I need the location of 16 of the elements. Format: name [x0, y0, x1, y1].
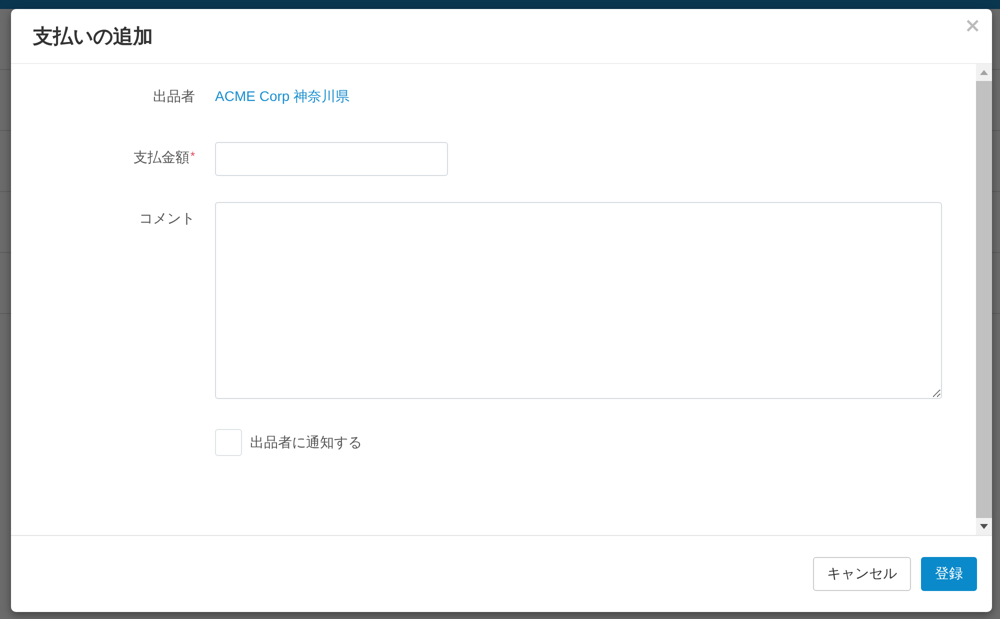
close-button[interactable]: × — [964, 15, 981, 35]
scroll-up-icon[interactable] — [980, 70, 988, 75]
required-mark: * — [190, 149, 195, 163]
scroll-down-icon[interactable] — [980, 524, 988, 529]
scrollbar[interactable] — [976, 64, 992, 535]
field-label: コメント — [139, 210, 195, 226]
comment-field[interactable] — [215, 202, 942, 399]
seller-link[interactable]: ACME Corp 神奈川県 — [215, 88, 350, 104]
amount-field[interactable] — [215, 142, 448, 176]
cancel-button[interactable]: キャンセル — [813, 557, 911, 591]
field-label: 出品者 — [153, 88, 195, 104]
submit-button[interactable]: 登録 — [921, 557, 977, 591]
checkbox[interactable] — [215, 429, 242, 456]
field-label: 支払金額 — [133, 149, 190, 165]
dialog-title: 支払いの追加 — [33, 24, 153, 50]
checkbox-label[interactable]: 出品者に通知する — [250, 434, 362, 452]
